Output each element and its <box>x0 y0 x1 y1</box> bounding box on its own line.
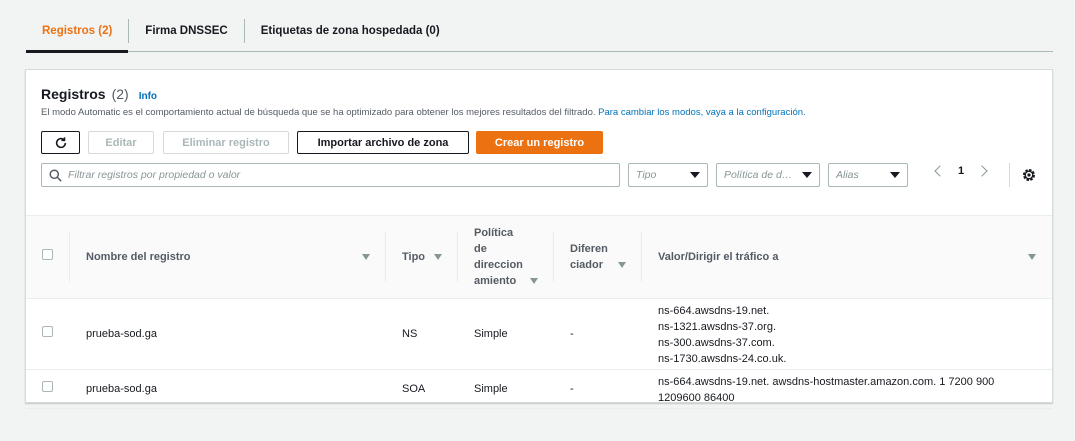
table-row[interactable]: prueba-sod.ga SOA Simple - ns-664.awsdns… <box>26 370 1052 409</box>
edit-button[interactable]: Editar <box>88 131 154 154</box>
sort-icon <box>362 254 370 260</box>
select-all-checkbox[interactable] <box>42 249 53 260</box>
panel-header: Registros (2) Info <box>41 86 157 102</box>
import-zone-file-button[interactable]: Importar archivo de zona <box>297 131 469 154</box>
record-value: ns-664.awsdns-19.net. ns-1321.awsdns-37.… <box>658 305 787 365</box>
select-all-header <box>26 216 70 299</box>
column-header-name[interactable]: Nombre del registro <box>70 216 386 299</box>
column-header-differentiator[interactable]: Diferen ciador <box>554 216 642 299</box>
column-header-policy[interactable]: Política de direccion amiento <box>458 216 554 299</box>
record-policy: Simple <box>474 328 508 340</box>
search-field[interactable] <box>41 163 620 187</box>
caret-down-icon <box>890 172 900 178</box>
sort-icon <box>530 278 538 284</box>
record-differentiator: - <box>570 383 574 395</box>
type-filter-label: Tipo <box>636 169 657 181</box>
type-filter-select[interactable]: Tipo <box>628 163 708 187</box>
description-text: El modo Automatic es el comportamiento a… <box>41 107 596 118</box>
page-title: Registros <box>41 86 106 102</box>
info-link[interactable]: Info <box>139 91 157 102</box>
row-checkbox[interactable] <box>42 381 53 392</box>
policy-filter-select[interactable]: Política de d… <box>716 163 820 187</box>
record-name: prueba-sod.ga <box>86 328 157 340</box>
sort-icon <box>1028 254 1036 260</box>
settings-link[interactable]: Para cambiar los modos, vaya a la config… <box>598 107 806 118</box>
tab-tags[interactable]: Etiquetas de zona hospedada (0) <box>245 10 456 51</box>
search-icon <box>49 168 62 182</box>
caret-down-icon <box>690 172 700 178</box>
tab-records[interactable]: Registros (2) <box>26 10 129 53</box>
record-type: NS <box>402 328 418 340</box>
record-count: (2) <box>111 86 129 102</box>
alias-filter-label: Alias <box>836 169 859 181</box>
search-input[interactable] <box>68 169 588 181</box>
record-type: SOA <box>402 383 426 395</box>
record-policy: Simple <box>474 383 508 395</box>
table-row[interactable]: prueba-sod.ga NS Simple - ns-664.awsdns-… <box>26 299 1052 370</box>
sort-icon <box>434 254 442 260</box>
chevron-right-icon[interactable] <box>976 165 988 177</box>
chevron-left-icon[interactable] <box>934 165 946 177</box>
gear-icon[interactable] <box>1021 167 1037 183</box>
policy-filter-label: Política de d… <box>724 169 793 181</box>
row-checkbox[interactable] <box>42 326 53 337</box>
record-name: prueba-sod.ga <box>86 383 157 395</box>
current-page[interactable]: 1 <box>958 165 964 177</box>
delete-record-button[interactable]: Eliminar registro <box>163 131 289 154</box>
create-record-button[interactable]: Crear un registro <box>476 131 603 154</box>
record-value: ns-664.awsdns-19.net. awsdns-hostmaster.… <box>658 376 995 404</box>
records-table: Nombre del registro Tipo Política de dir… <box>26 215 1052 409</box>
column-header-value[interactable]: Valor/Dirigir el tráfico a <box>642 216 1052 299</box>
pagination: 1 <box>934 165 988 177</box>
divider <box>1009 163 1010 187</box>
tab-bar: Registros (2) Firma DNSSEC Etiquetas de … <box>26 10 1053 53</box>
column-header-type[interactable]: Tipo <box>386 216 458 299</box>
sort-icon <box>618 262 626 268</box>
alias-filter-select[interactable]: Alias <box>828 163 908 187</box>
record-differentiator: - <box>570 328 574 340</box>
caret-down-icon <box>802 172 812 178</box>
tab-dnssec[interactable]: Firma DNSSEC <box>129 10 243 51</box>
refresh-button[interactable] <box>41 131 80 154</box>
records-panel: Registros (2) Info El modo Automatic es … <box>25 69 1053 409</box>
table-header-row: Nombre del registro Tipo Política de dir… <box>26 215 1052 299</box>
refresh-icon <box>55 136 66 148</box>
panel-description: El modo Automatic es el comportamiento a… <box>41 107 806 118</box>
